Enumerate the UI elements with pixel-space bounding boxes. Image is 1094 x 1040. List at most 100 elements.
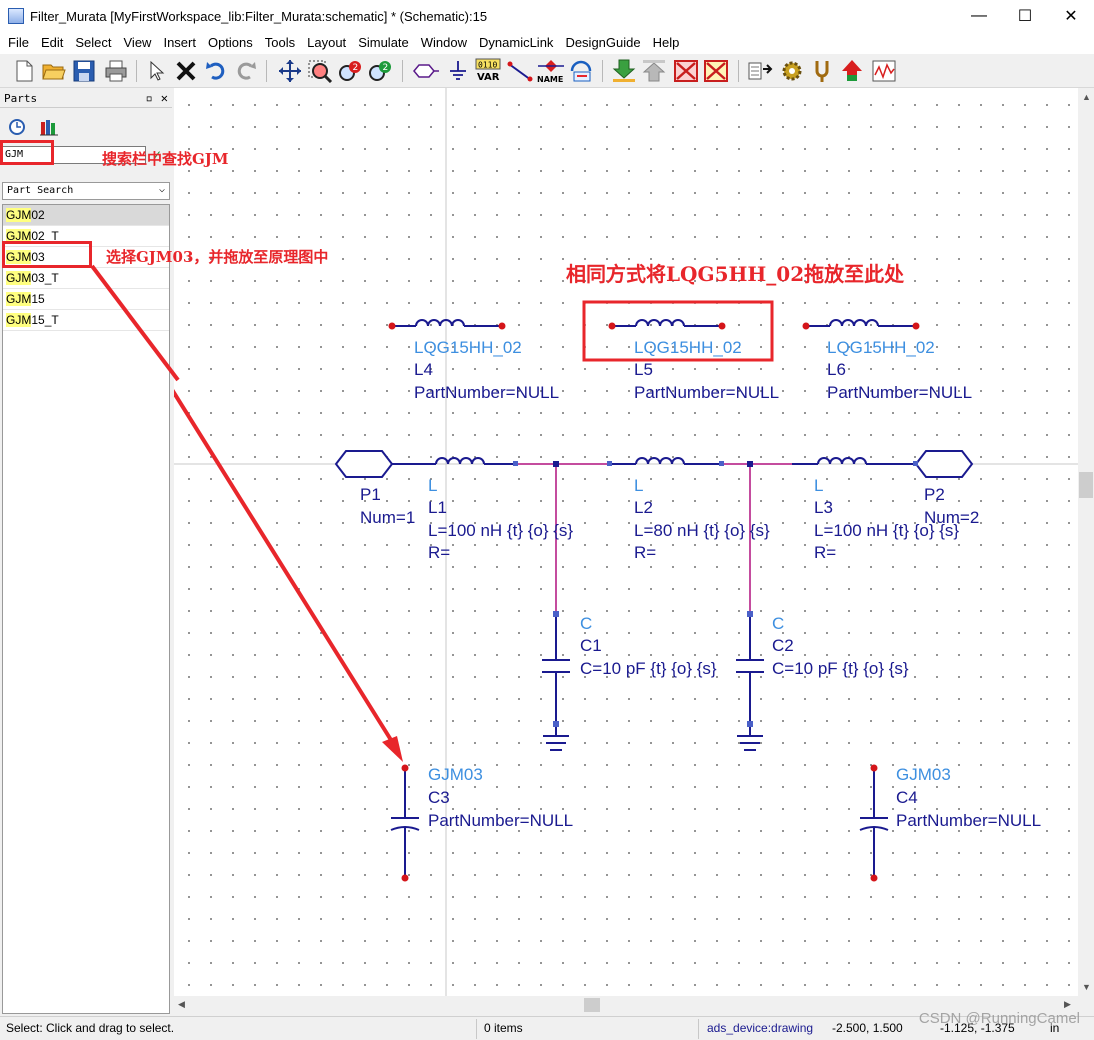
junction-dot xyxy=(553,461,559,467)
l3-r-label: R= xyxy=(814,543,837,562)
part-search-mode-select[interactable]: Part Search ⌵ xyxy=(2,182,170,200)
pin-marker xyxy=(747,611,753,617)
drag-arrow-start xyxy=(90,264,180,382)
window-title: Filter_Murata [MyFirstWorkspace_lib:Filt… xyxy=(30,8,488,24)
menu-tools[interactable]: Tools xyxy=(259,32,301,54)
deactivate-icon[interactable] xyxy=(672,58,700,84)
status-item-count: 0 items xyxy=(484,1021,523,1035)
menu-simulate[interactable]: Simulate xyxy=(352,32,415,54)
move-icon[interactable] xyxy=(276,58,304,84)
vertical-scrollbar[interactable]: ▲ ▼ xyxy=(1078,88,1094,996)
search-highlight-box xyxy=(0,140,54,165)
wire-icon[interactable] xyxy=(506,58,534,84)
menu-select[interactable]: Select xyxy=(69,32,117,54)
menu-window[interactable]: Window xyxy=(415,32,473,54)
inductor-l5-symbol[interactable] xyxy=(608,319,726,330)
optimize-arrow-icon[interactable] xyxy=(838,58,866,84)
zoom-in-icon[interactable]: 2 xyxy=(336,58,364,84)
p2-num-label: Num=2 xyxy=(924,508,980,527)
menu-layout[interactable]: Layout xyxy=(301,32,352,54)
menu-edit[interactable]: Edit xyxy=(35,32,69,54)
port-p1-symbol[interactable] xyxy=(334,450,416,478)
parts-panel-title: Parts xyxy=(4,92,38,105)
schematic-canvas[interactable]: LQG15HH_02 L4 PartNumber=NULL LQG15HH_02… xyxy=(174,88,1078,996)
var-icon[interactable]: 0110 VAR xyxy=(474,58,502,84)
l4-name-label: L4 xyxy=(414,360,433,379)
scroll-down-icon[interactable]: ▼ xyxy=(1082,982,1091,992)
c3-model-label: GJM03 xyxy=(428,765,483,784)
ground-icon[interactable] xyxy=(444,58,472,84)
menu-dynamiclink[interactable]: DynamicLink xyxy=(473,32,559,54)
new-file-icon[interactable] xyxy=(10,58,38,84)
ads-app-icon xyxy=(8,8,24,24)
scroll-right-icon[interactable]: ▶ xyxy=(1064,999,1071,1010)
undo-icon[interactable] xyxy=(202,58,230,84)
vertical-scroll-thumb[interactable] xyxy=(1079,472,1093,498)
menu-file[interactable]: File xyxy=(2,32,35,54)
menu-designguide[interactable]: DesignGuide xyxy=(559,32,646,54)
capacitor-c2-symbol[interactable] xyxy=(736,614,764,724)
inductor-l2-symbol[interactable] xyxy=(610,457,722,465)
close-panel-icon[interactable]: ✕ xyxy=(161,91,168,105)
menu-options[interactable]: Options xyxy=(202,32,259,54)
activate-icon[interactable] xyxy=(702,58,730,84)
menu-bar: File Edit Select View Insert Options Too… xyxy=(0,32,1094,54)
delete-icon[interactable] xyxy=(172,58,200,84)
svg-text:VAR: VAR xyxy=(477,72,500,83)
pop-up-icon[interactable] xyxy=(640,58,668,84)
zoom-out-icon[interactable]: 2 xyxy=(366,58,394,84)
simulate-icon[interactable] xyxy=(568,58,596,84)
ground-c2-symbol xyxy=(737,724,763,751)
inductor-l1-symbol[interactable] xyxy=(416,457,516,465)
status-layer[interactable]: ads_device:drawing xyxy=(707,1021,813,1035)
l4-model-label: LQG15HH_02 xyxy=(414,338,522,357)
list-item[interactable]: GJM02 xyxy=(3,205,169,226)
p2-name-label: P2 xyxy=(924,485,945,504)
name-wire-icon[interactable]: NAME xyxy=(536,58,564,84)
pin-list-icon[interactable] xyxy=(746,58,774,84)
zoom-area-icon[interactable] xyxy=(306,58,334,84)
status-hint: Select: Click and drag to select. xyxy=(6,1021,175,1035)
l6-name-label: L6 xyxy=(827,360,846,379)
save-icon[interactable] xyxy=(70,58,98,84)
redo-icon[interactable] xyxy=(232,58,260,84)
capacitor-c3-symbol[interactable] xyxy=(390,764,420,882)
c2-type-label: C xyxy=(772,614,785,633)
float-panel-icon[interactable]: ▫ xyxy=(146,91,153,105)
inductor-l4-symbol[interactable] xyxy=(388,319,506,330)
inductor-l6-symbol[interactable] xyxy=(802,319,920,330)
inductor-l3-symbol[interactable] xyxy=(792,457,916,465)
port-p2-symbol[interactable] xyxy=(914,450,974,478)
horizontal-scroll-thumb[interactable] xyxy=(584,998,600,1012)
scroll-left-icon[interactable]: ◀ xyxy=(178,999,185,1010)
capacitor-c4-symbol[interactable] xyxy=(859,764,889,882)
c4-name-label: C4 xyxy=(896,788,918,807)
print-icon[interactable] xyxy=(102,58,130,84)
close-button[interactable]: ✕ xyxy=(1048,0,1094,32)
select-arrow-icon[interactable] xyxy=(142,58,170,84)
history-clock-icon[interactable] xyxy=(8,118,26,139)
l2-value-label: L=80 nH {t} {o} {s} xyxy=(634,521,770,540)
toolbar: 2 2 0110 VAR NAME xyxy=(0,54,1094,88)
minimize-button[interactable]: — xyxy=(956,0,1002,32)
pin-marker xyxy=(607,461,612,466)
open-folder-icon[interactable] xyxy=(40,58,68,84)
library-books-icon[interactable] xyxy=(40,118,58,139)
tuning-gear-icon[interactable] xyxy=(778,58,806,84)
schematic-drawing xyxy=(174,88,1078,996)
l5-name-label: L5 xyxy=(634,360,653,379)
maximize-button[interactable]: ☐ xyxy=(1002,0,1048,32)
menu-view[interactable]: View xyxy=(118,32,158,54)
capacitor-c1-symbol[interactable] xyxy=(542,614,570,724)
svg-text:2: 2 xyxy=(383,63,389,73)
menu-insert[interactable]: Insert xyxy=(157,32,202,54)
menu-help[interactable]: Help xyxy=(647,32,686,54)
data-display-icon[interactable] xyxy=(870,58,898,84)
port-icon[interactable] xyxy=(412,58,440,84)
gjm03-highlight-box xyxy=(2,241,92,268)
tuning-fork-icon[interactable] xyxy=(808,58,836,84)
scroll-up-icon[interactable]: ▲ xyxy=(1082,92,1091,102)
l1-name-label: L1 xyxy=(428,498,447,517)
parts-panel: Parts ▫ ✕ GJM ✓ Part Search ⌵ GJM02 GJM0… xyxy=(0,88,174,1016)
push-down-icon[interactable] xyxy=(610,58,638,84)
